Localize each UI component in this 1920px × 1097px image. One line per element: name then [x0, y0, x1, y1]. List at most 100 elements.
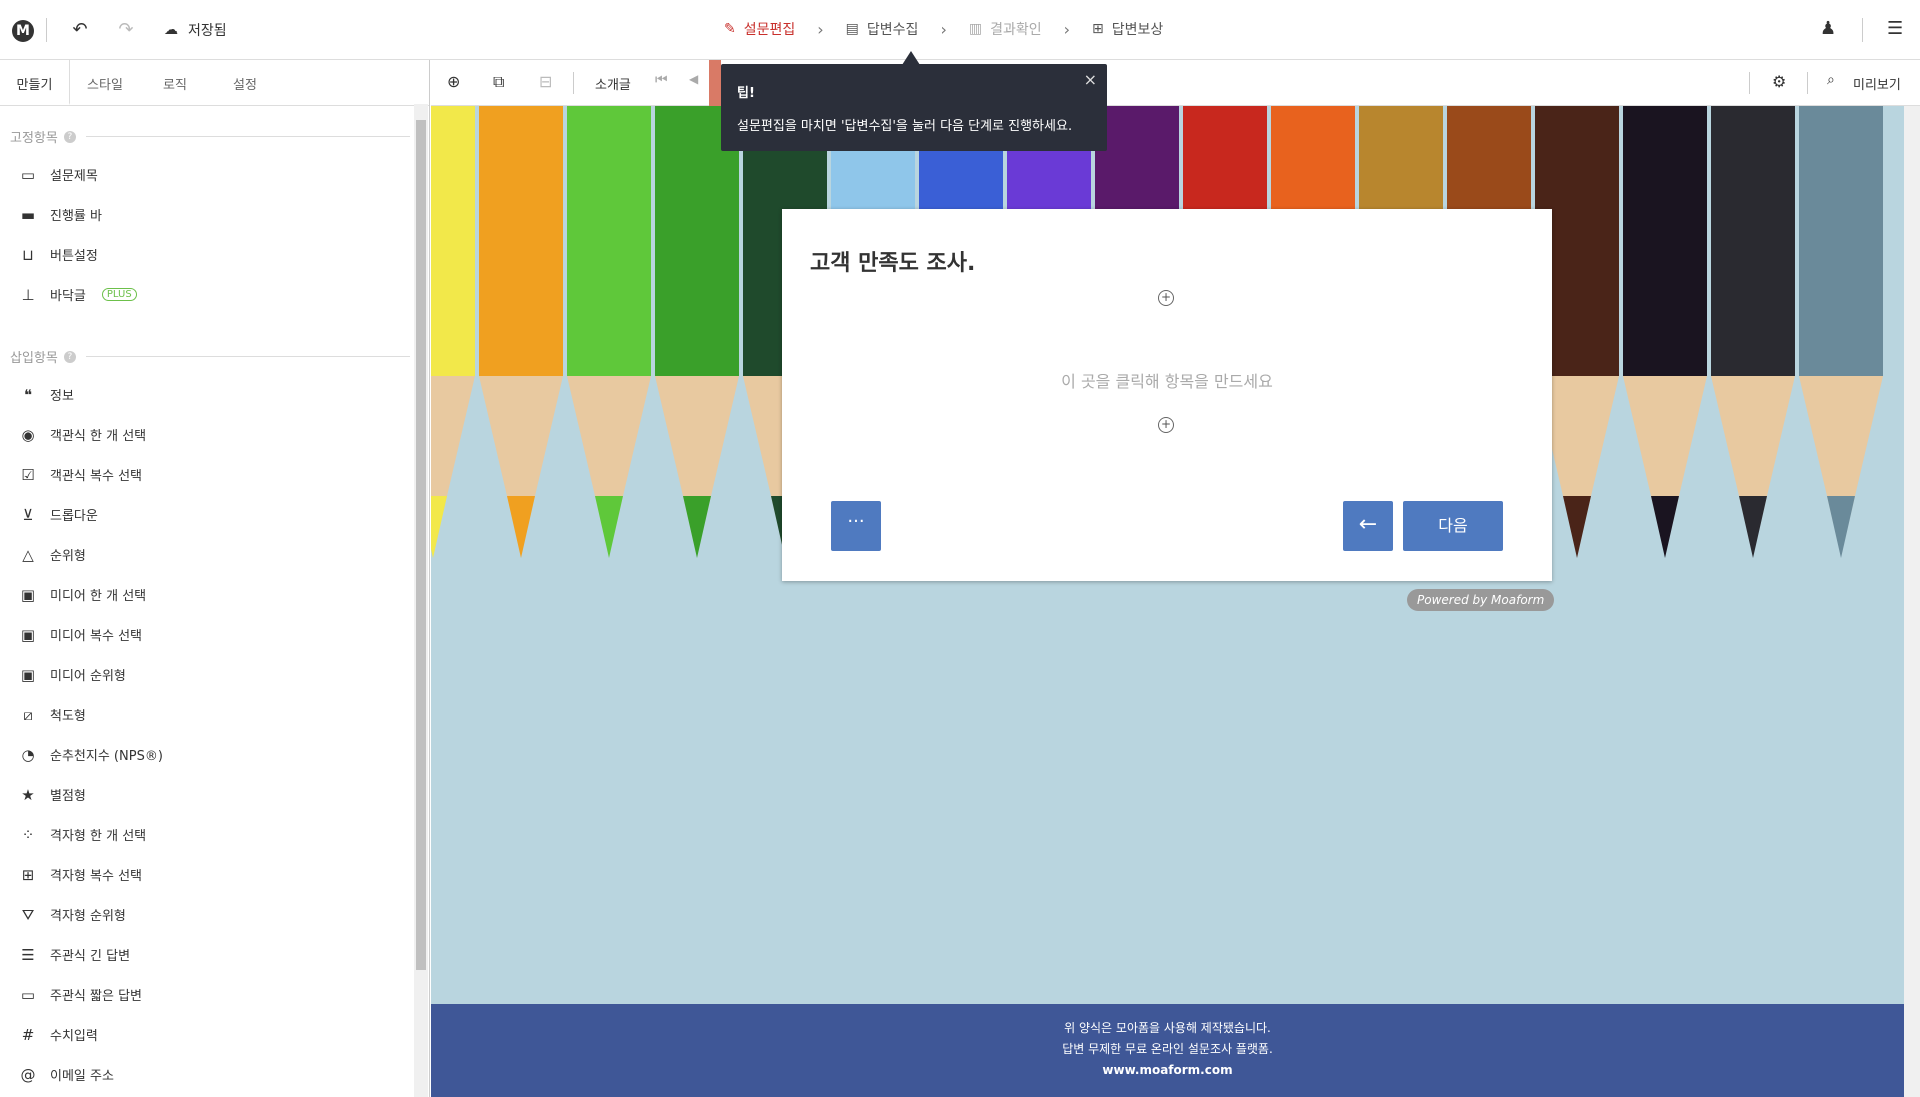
create-item-placeholder[interactable]: 이 곳을 클릭해 항목을 만드세요: [782, 368, 1552, 392]
canvas-scrollbar[interactable]: [1904, 106, 1920, 1097]
scroll-thumb[interactable]: [416, 120, 426, 970]
dropdown-icon: ⊻: [22, 505, 34, 524]
fixed-item-progress[interactable]: ▬ 진행률 바: [18, 205, 102, 225]
more-button[interactable]: ···: [831, 501, 881, 551]
first-page-icon[interactable]: ⏮: [655, 72, 668, 88]
back-button[interactable]: ←: [1343, 501, 1393, 551]
page-settings-icon[interactable]: ⚙: [1772, 72, 1786, 91]
hash-icon: #: [21, 1025, 35, 1044]
item-label: 격자형 한 개 선택: [50, 829, 147, 844]
insert-section-header: 삽입항목?: [10, 347, 410, 366]
item-label: 드롭다운: [50, 509, 98, 524]
add-item-icon[interactable]: +: [1158, 290, 1174, 306]
survey-title[interactable]: 고객 만족도 조사.: [810, 245, 975, 277]
divider: [46, 18, 47, 42]
item-label: 주관식 긴 답변: [50, 949, 131, 964]
step-collect-label: 답변수집: [866, 22, 919, 38]
moaform-logo[interactable]: M: [12, 20, 34, 42]
tip-popover: 팁! 설문편집을 마치면 '답변수집'을 눌러 다음 단계로 진행하세요. ×: [721, 64, 1107, 151]
editor-toolbar: ⊕ ⧉ ⊟ 소개글 ⏮ ◀ ⚙ ⌕ 미리보기: [431, 60, 1920, 106]
survey-footer[interactable]: 위 양식은 모아폼을 사용해 제작됐습니다. 답변 무제한 무료 온라인 설문조…: [431, 1004, 1904, 1097]
tab-settings[interactable]: 설정: [210, 60, 280, 105]
gauge-icon: ◔: [21, 745, 35, 764]
copy-page-icon[interactable]: ⧉: [493, 72, 504, 92]
short-text-icon: ▭: [20, 985, 36, 1004]
help-icon[interactable]: ?: [63, 350, 76, 363]
insert-item-email[interactable]: @ 이메일 주소: [18, 1065, 114, 1085]
step-collect[interactable]: ▤ 답변수집: [846, 19, 919, 39]
ruler-icon: ⧄: [23, 705, 33, 724]
item-label: 이메일 주소: [50, 1069, 114, 1084]
tab-create[interactable]: 만들기: [0, 60, 70, 105]
fixed-item-footer[interactable]: ⊥ 바닥글 PLUS: [18, 285, 137, 304]
help-icon[interactable]: ?: [63, 130, 76, 143]
insert-item-media-single[interactable]: ▣ 미디어 한 개 선택: [18, 585, 146, 605]
step-reward-label: 답변보상: [1111, 22, 1164, 38]
insert-item-multi-choice[interactable]: ☑ 객관식 복수 선택: [18, 465, 142, 485]
undo-icon[interactable]: ↶: [68, 19, 92, 40]
step-reward[interactable]: ⊞ 답변보상: [1092, 19, 1163, 39]
next-button[interactable]: 다음: [1403, 501, 1503, 551]
close-icon[interactable]: ×: [1084, 70, 1097, 89]
prev-page-icon[interactable]: ◀: [689, 72, 698, 86]
insert-item-info[interactable]: ❝ 정보: [18, 385, 74, 405]
add-item-icon[interactable]: +: [1158, 417, 1174, 433]
current-page-marker[interactable]: [709, 60, 721, 106]
item-label: 버튼설정: [50, 249, 98, 264]
item-label: 격자형 복수 선택: [50, 869, 142, 884]
insert-item-number[interactable]: # 수치입력: [18, 1025, 98, 1045]
add-page-icon[interactable]: ⊕: [447, 72, 460, 91]
step-edit[interactable]: ✎ 설문편집: [724, 19, 795, 39]
insert-item-rating[interactable]: ★ 별점형: [18, 785, 86, 805]
item-label: 순추천지수 (NPS®): [50, 749, 163, 764]
insert-item-grid-single[interactable]: ⁘ 격자형 한 개 선택: [18, 825, 147, 845]
step-navigation: ✎ 설문편집 › ▤ 답변수집 › ▥ 결과확인 › ⊞ 답변보상: [724, 19, 1163, 39]
divider: [1749, 72, 1750, 94]
footer-link[interactable]: www.moaform.com: [431, 1060, 1904, 1081]
item-label: 객관식 복수 선택: [50, 469, 142, 484]
left-scrollbar[interactable]: [414, 104, 428, 1097]
item-label: 척도형: [50, 709, 86, 724]
delete-page-icon[interactable]: ⊟: [539, 72, 552, 91]
top-bar: M ↶ ↷ ☁ 저장됨 ✎ 설문편집 › ▤ 답변수집 › ▥ 결과확인 › ⊞ 답변보…: [0, 0, 1920, 60]
cloud-check-icon: ☁: [164, 22, 178, 38]
preview-icon[interactable]: ⌕: [1827, 72, 1835, 88]
footer-icon: ⊥: [21, 285, 35, 304]
preview-button[interactable]: 미리보기: [1853, 74, 1901, 93]
divider: [573, 72, 574, 94]
redo-icon[interactable]: ↷: [114, 19, 138, 40]
account-icon[interactable]: ♟: [1820, 18, 1836, 39]
tip-arrow: [902, 51, 920, 65]
insert-item-media-multi[interactable]: ▣ 미디어 복수 선택: [18, 625, 142, 645]
progress-bar-icon: ▬: [20, 205, 36, 224]
divider: [1862, 18, 1863, 42]
intro-page-label[interactable]: 소개글: [595, 74, 631, 93]
insert-item-media-ranking[interactable]: ▣ 미디어 순위형: [18, 665, 126, 685]
insert-item-scale[interactable]: ⧄ 척도형: [18, 705, 86, 725]
insert-item-dropdown[interactable]: ⊻ 드롭다운: [18, 505, 98, 525]
insert-item-short-text[interactable]: ▭ 주관식 짧은 답변: [18, 985, 142, 1005]
step-results[interactable]: ▥ 결과확인: [969, 19, 1042, 39]
button-setting-icon: ⊔: [22, 245, 34, 264]
insert-item-nps[interactable]: ◔ 순추천지수 (NPS®): [18, 745, 163, 765]
item-label: 객관식 한 개 선택: [50, 429, 147, 444]
insert-item-grid-ranking[interactable]: ⛛ 격자형 순위형: [18, 905, 126, 925]
tab-logic[interactable]: 로직: [140, 60, 210, 105]
footer-line-1: 위 양식은 모아폼을 사용해 제작됐습니다.: [1064, 1021, 1271, 1035]
triangle-icon: △: [22, 545, 34, 564]
fixed-item-title[interactable]: ▭ 설문제목: [18, 165, 98, 185]
powered-by-badge[interactable]: Powered by Moaform: [1407, 589, 1555, 611]
media-radio-icon: ▣: [20, 585, 36, 604]
insert-item-single-choice[interactable]: ◉ 객관식 한 개 선택: [18, 425, 147, 445]
chart-icon: ▥: [968, 21, 983, 37]
insert-item-ranking[interactable]: △ 순위형: [18, 545, 86, 565]
gift-icon: ⊞: [1092, 21, 1104, 37]
insert-item-long-text[interactable]: ☰ 주관식 긴 답변: [18, 945, 131, 965]
insert-item-grid-multi[interactable]: ⊞ 격자형 복수 선택: [18, 865, 142, 885]
menu-icon[interactable]: ☰: [1887, 18, 1903, 39]
item-label: 정보: [50, 389, 74, 404]
media-check-icon: ▣: [20, 625, 36, 644]
grid-radio-icon: ⁘: [21, 825, 35, 844]
fixed-item-buttons[interactable]: ⊔ 버튼설정: [18, 245, 98, 265]
tab-style[interactable]: 스타일: [70, 60, 140, 105]
